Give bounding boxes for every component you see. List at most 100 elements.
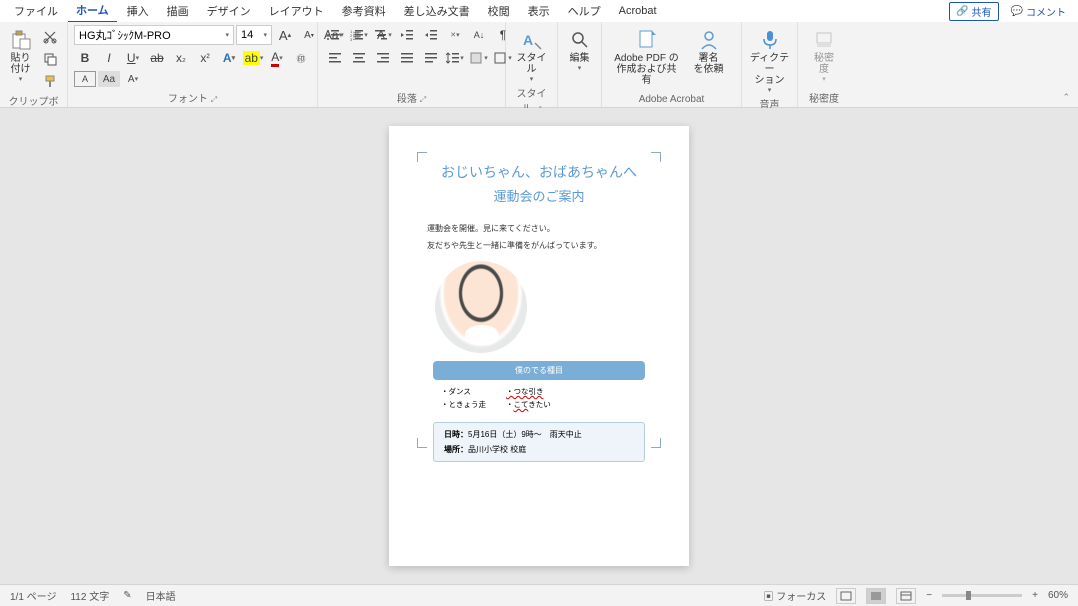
distribute-button[interactable] <box>420 48 442 68</box>
doc-title2: 運動会のご案内 <box>427 186 651 205</box>
view-read-mode-button[interactable] <box>866 588 886 604</box>
font-size-combo[interactable]: 14▾ <box>236 25 272 45</box>
doc-list-item: ・ダンス <box>441 386 486 397</box>
collapse-ribbon-button[interactable]: ⌃ <box>1062 92 1070 103</box>
editing-button[interactable]: 編集▾ <box>564 25 595 72</box>
selection-corner-icon <box>417 438 427 448</box>
sort-button[interactable]: A↓ <box>468 25 490 45</box>
decrease-indent-button[interactable] <box>396 25 418 45</box>
multilevel-list-button[interactable]: ▾ <box>372 25 394 45</box>
tab-view[interactable]: 表示 <box>520 0 558 22</box>
svg-text:A: A <box>523 32 533 48</box>
tab-review[interactable]: 校閲 <box>480 0 518 22</box>
create-pdf-button[interactable]: Adobe PDF の 作成および共有 <box>613 25 681 86</box>
char-shading-button[interactable]: Aa <box>98 71 120 87</box>
underline-button[interactable]: U▾ <box>122 48 144 68</box>
paragraph-group-label: 段落 <box>397 94 417 105</box>
share-button[interactable]: 🔗共有 <box>949 2 998 21</box>
sensitivity-icon <box>813 29 835 51</box>
shrink-font-button[interactable]: A▾ <box>298 25 320 45</box>
search-icon <box>569 29 591 51</box>
view-print-layout-button[interactable] <box>836 588 856 604</box>
selection-corner-icon <box>651 152 661 162</box>
cut-button[interactable] <box>39 27 61 47</box>
bullets-button[interactable]: ▾ <box>324 25 346 45</box>
comment-icon: 💬 <box>1011 6 1023 17</box>
align-center-button[interactable] <box>348 48 370 68</box>
zoom-out-button[interactable]: − <box>926 590 932 601</box>
doc-photo <box>435 261 527 353</box>
tab-acrobat[interactable]: Acrobat <box>611 2 665 20</box>
text-effects-button[interactable]: A▾ <box>218 48 240 68</box>
tab-insert[interactable]: 挿入 <box>119 0 157 22</box>
tab-help[interactable]: ヘルプ <box>560 0 609 22</box>
chevron-down-icon: ▾ <box>19 75 23 83</box>
document-page[interactable]: おじいちゃん、おばあちゃんへ 運動会のご案内 運動会を開催。見に来てください。 … <box>389 126 689 566</box>
format-painter-button[interactable] <box>39 71 61 91</box>
asian-layout-button[interactable]: ✕▾ <box>444 25 466 45</box>
acrobat-group-label: Adobe Acrobat <box>608 92 735 107</box>
doc-title1: おじいちゃん、おばあちゃんへ <box>427 162 651 182</box>
tab-draw[interactable]: 描画 <box>159 0 197 22</box>
strikethrough-button[interactable]: ab <box>146 48 168 68</box>
align-right-button[interactable] <box>372 48 394 68</box>
doc-info-box: 日時：5月16日（土）9時～ 雨天中止 場所：品川小学校 校庭 <box>433 422 645 462</box>
highlight-button[interactable]: ab▾ <box>242 48 264 68</box>
status-spellcheck-icon[interactable]: ✎ <box>123 590 131 601</box>
tab-references[interactable]: 参考資料 <box>334 0 394 22</box>
svg-text:3: 3 <box>350 37 353 41</box>
subscript-button[interactable]: x₂ <box>170 48 192 68</box>
sensitivity-button[interactable]: 秘密 度▾ <box>804 25 844 83</box>
shading-button[interactable]: ▾ <box>468 48 490 68</box>
view-web-layout-button[interactable] <box>896 588 916 604</box>
doc-list-item: ・こてきたい <box>506 399 551 410</box>
paste-icon <box>10 29 32 51</box>
char-border-button[interactable]: A <box>74 71 96 87</box>
paragraph-launcher-icon[interactable]: ⤢ <box>420 95 426 104</box>
doc-event-header: 僕のでる種目 <box>433 361 645 380</box>
numbering-button[interactable]: 123▾ <box>348 25 370 45</box>
dictate-button[interactable]: ディクテー ション▾ <box>750 25 790 94</box>
styles-icon: A <box>521 29 543 51</box>
doc-paragraph: 運動会を開催。見に来てください。 <box>427 223 651 234</box>
bold-button[interactable]: B <box>74 48 96 68</box>
comment-button[interactable]: 💬コメント <box>1005 3 1072 20</box>
zoom-in-button[interactable]: + <box>1032 590 1038 601</box>
focus-mode-button[interactable]: ▣ フォーカス <box>764 588 827 603</box>
pdf-icon <box>636 29 658 51</box>
copy-button[interactable] <box>39 49 61 69</box>
selection-corner-icon <box>651 438 661 448</box>
document-canvas[interactable]: おじいちゃん、おばあちゃんへ 運動会のご案内 運動会を開催。見に来てください。 … <box>0 108 1078 584</box>
font-name-combo[interactable]: HG丸ｺﾞｼｯｸM-PRO▾ <box>74 25 234 45</box>
tab-layout[interactable]: レイアウト <box>261 0 332 22</box>
enclose-char-button[interactable]: ㊞ <box>290 48 312 68</box>
tab-file[interactable]: ファイル <box>6 0 66 22</box>
status-word-count[interactable]: 112 文字 <box>70 588 109 603</box>
font-group-label: フォント <box>168 94 208 105</box>
grow-font-button[interactable]: A▴ <box>274 25 296 45</box>
request-signature-button[interactable]: 署名 を依頼 <box>687 25 731 75</box>
signature-icon <box>698 29 720 51</box>
status-language[interactable]: 日本語 <box>146 588 176 603</box>
mic-icon <box>759 29 781 51</box>
paste-button[interactable]: 貼り付け ▾ <box>6 25 35 83</box>
justify-button[interactable] <box>396 48 418 68</box>
font-launcher-icon[interactable]: ⤢ <box>211 95 217 104</box>
zoom-level[interactable]: 60% <box>1048 590 1068 601</box>
tab-home[interactable]: ホーム <box>68 0 117 23</box>
tab-design[interactable]: デザイン <box>199 0 259 22</box>
tab-mailings[interactable]: 差し込み文書 <box>396 0 478 22</box>
doc-list-item: ・つな引き <box>506 386 551 397</box>
status-page[interactable]: 1/1 ページ <box>10 588 56 603</box>
char-scale-button[interactable]: A▾ <box>122 71 144 87</box>
zoom-slider[interactable] <box>942 594 1022 597</box>
superscript-button[interactable]: x² <box>194 48 216 68</box>
styles-button[interactable]: A スタイル▾ <box>512 25 551 83</box>
font-color-button[interactable]: A▾ <box>266 48 288 68</box>
italic-button[interactable]: I <box>98 48 120 68</box>
line-spacing-button[interactable]: ▾ <box>444 48 466 68</box>
doc-paragraph: 友だちや先生と一緒に準備をがんばっています。 <box>427 240 651 251</box>
increase-indent-button[interactable] <box>420 25 442 45</box>
sensitivity-group-label: 秘密度 <box>804 88 844 107</box>
align-left-button[interactable] <box>324 48 346 68</box>
